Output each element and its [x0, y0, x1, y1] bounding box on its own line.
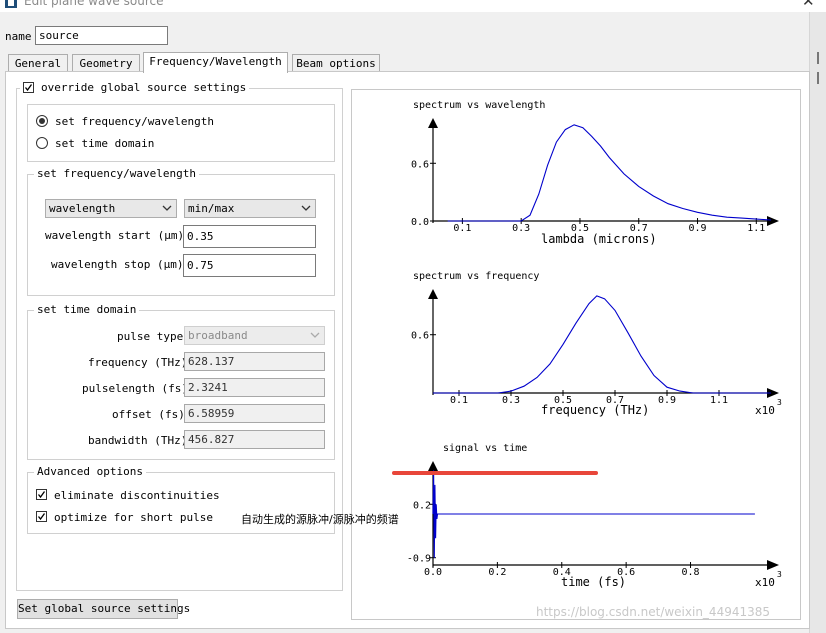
wavelength-stop-label: wavelength stop (μm): [51, 258, 184, 271]
x-tick-label: 0.0: [424, 567, 442, 578]
x-axis-label: lambda (microns): [541, 232, 657, 246]
title-bar: Edit plane wave source ✕: [0, 0, 826, 12]
y-tick-label: 0.6: [411, 331, 429, 342]
app-icon: [5, 0, 17, 8]
y-tick-label: -0.9: [407, 554, 431, 565]
tab-frequency-wavelength[interactable]: Frequency/Wavelength: [143, 52, 288, 73]
radio-frequency-wavelength-label: set frequency/wavelength: [55, 115, 214, 128]
frequency-spectrum-chart: 0.1 0.3 0.5 0.7 0.9 1.10.6frequency (THz) x103: [411, 289, 782, 417]
override-legend: override global source settings: [20, 81, 250, 94]
offset-input[interactable]: [184, 404, 325, 423]
x-tick-label: 1.1: [747, 223, 765, 234]
frequency-label: frequency (THz): [88, 356, 188, 369]
annotation-text: 自动生成的源脉冲/源脉冲的频谱: [241, 513, 399, 526]
wavelength-type-select[interactable]: wavelength: [45, 199, 177, 218]
x-axis-arrow-icon: [767, 216, 779, 226]
bandwidth-label: bandwidth (THz): [88, 434, 188, 447]
override-label: override global source settings: [41, 81, 247, 94]
x-tick-label: 0.9: [658, 395, 676, 406]
pulselength-label: pulselength (fs): [82, 382, 188, 395]
x-multiplier-exponent: 3: [777, 570, 782, 579]
x-axis-arrow-icon: [767, 560, 779, 570]
set-global-source-settings-button[interactable]: Set global source settings: [17, 599, 190, 619]
close-icon[interactable]: ✕: [802, 0, 815, 10]
pulselength-input[interactable]: [184, 378, 325, 397]
advanced-options-title: Advanced options: [34, 465, 146, 478]
y-tick-label: 0.2: [413, 500, 431, 511]
radio-time-domain[interactable]: [36, 137, 48, 149]
mode-group: [27, 104, 335, 162]
x-axis-label: frequency (THz): [541, 403, 649, 417]
eliminate-discontinuities-checkbox[interactable]: [36, 489, 47, 500]
pulse-type-value: broadband: [188, 329, 248, 342]
bandwidth-input[interactable]: [184, 430, 325, 449]
range-type-select[interactable]: min/max: [184, 199, 316, 218]
range-type-value: min/max: [188, 202, 235, 215]
x-axis-label: time (fs): [561, 575, 626, 589]
wavelength-start-input[interactable]: [183, 225, 316, 248]
chevron-down-icon: [310, 332, 320, 338]
frequency-input[interactable]: [184, 352, 325, 371]
radio-frequency-wavelength[interactable]: [36, 115, 48, 127]
wavelength-type-value: wavelength: [49, 202, 116, 215]
x-tick-label: 0.8: [681, 567, 699, 578]
pulse-type-select[interactable]: broadband: [184, 326, 325, 345]
wavelength-start-label: wavelength start (μm): [45, 229, 185, 242]
annotation-line: [392, 471, 598, 475]
x-tick-label: 0.3: [502, 395, 520, 406]
x-multiplier: x10: [755, 576, 775, 589]
pulse-type-label: pulse type: [117, 330, 184, 343]
series-line: [432, 470, 755, 558]
x-tick-label: 1.1: [710, 395, 728, 406]
tab-general[interactable]: General: [8, 54, 68, 72]
x-tick-label: 0.1: [450, 395, 468, 406]
y-axis-arrow-icon: [428, 118, 438, 128]
optimize-short-pulse-label: optimize for short pulse: [54, 511, 213, 524]
freq-wavelength-group-title: set frequency/wavelength: [34, 167, 199, 180]
eliminate-discontinuities-label: eliminate discontinuities: [54, 489, 220, 502]
watermark: https://blog.csdn.net/weixin_44941385: [536, 605, 771, 619]
x-tick-label: 0.3: [512, 223, 530, 234]
chevron-down-icon: [162, 205, 172, 211]
override-checkbox[interactable]: [23, 82, 34, 93]
x-tick-label: 0.9: [688, 223, 706, 234]
y-tick-label: 0.0: [411, 217, 429, 228]
tab-geometry[interactable]: Geometry: [72, 54, 140, 72]
wavelength-spectrum-chart: 0.1 0.3 0.5 0.7 0.9 1.10.60.0lambda (microns): [411, 118, 779, 246]
y-tick-label: 0.6: [411, 159, 429, 170]
x-tick-label: 0.2: [488, 567, 506, 578]
optimize-short-pulse-checkbox[interactable]: [36, 511, 47, 522]
window-title: Edit plane wave source: [24, 0, 164, 8]
tab-beam-options[interactable]: Beam options: [292, 54, 380, 72]
x-tick-label: 0.1: [453, 223, 471, 234]
radio-time-domain-label: set time domain: [55, 137, 155, 150]
time-domain-group-title: set time domain: [34, 303, 140, 316]
x-multiplier: x10: [755, 404, 775, 417]
series-line: [447, 124, 772, 222]
offset-label: offset (fs): [112, 408, 185, 421]
name-label: name: [5, 30, 32, 43]
series-line: [433, 295, 771, 394]
name-input[interactable]: [35, 26, 168, 45]
chevron-down-icon: [301, 205, 311, 211]
y-axis-arrow-icon: [428, 289, 438, 299]
x-multiplier-exponent: 3: [777, 398, 782, 407]
background-window-edge: [809, 12, 826, 633]
wavelength-stop-input[interactable]: [183, 254, 316, 277]
